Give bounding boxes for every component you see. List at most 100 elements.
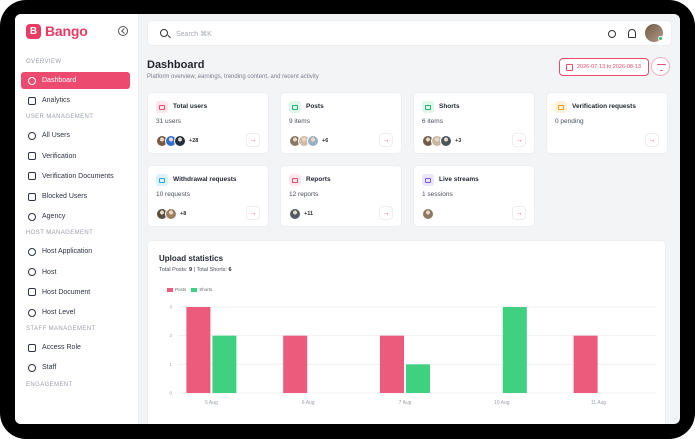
- y-tick-label: 3: [169, 305, 172, 310]
- arrow-right-icon[interactable]: →: [379, 206, 393, 220]
- avatar-stack: +11: [289, 208, 313, 220]
- bar-posts-7-aug[interactable]: [380, 335, 404, 393]
- y-tick-label: 0: [169, 391, 172, 396]
- upload-statistics-panel: Upload statistics Total Posts: 9 | Total…: [147, 240, 666, 424]
- bar-shorts-7-aug[interactable]: [406, 364, 430, 393]
- sidebar-item-blocked-users[interactable]: Blocked Users: [21, 188, 130, 205]
- user-icon: [28, 363, 36, 372]
- avatar: [422, 208, 434, 220]
- nav-section-title: HOST MANAGEMENT: [26, 230, 94, 237]
- avatar-stack: +28: [156, 135, 198, 147]
- sidebar-item-label: Host Level: [42, 309, 76, 316]
- stat-card-reports: Reports 12 reports +11 →: [280, 165, 402, 227]
- page-title: Dashboard: [147, 59, 205, 71]
- card-title: Total users: [173, 103, 208, 110]
- upload-statistics-chart: 0 1 2 3 5 Aug 6 Aug 7 Aug 10 Aug 11 Aug: [169, 305, 656, 406]
- avatar: [165, 208, 177, 220]
- bar-chart-icon: [28, 96, 36, 105]
- online-status-dot: [658, 36, 663, 41]
- date-range-label: 2026-07-13 to 2026-08-13: [577, 64, 641, 70]
- icon-glyph: [292, 177, 298, 183]
- nav-section-title: USER MANAGEMENT: [26, 114, 94, 121]
- theme-toggle-sun-icon[interactable]: [608, 30, 616, 38]
- bar-posts-6-aug[interactable]: [283, 335, 308, 393]
- app-screen: B Bango OVERVIEW Dashboard Analytics USER M…: [15, 14, 680, 424]
- nav-section-title: OVERVIEW: [26, 59, 62, 65]
- video-icon: [422, 101, 434, 113]
- flag-icon: [289, 174, 301, 186]
- nav-section-title: STAFF MANAGEMENT: [26, 326, 96, 333]
- icon-glyph: [292, 104, 298, 110]
- device-frame: B Bango OVERVIEW Dashboard Analytics USER M…: [0, 0, 695, 439]
- document-icon: [28, 288, 36, 297]
- sidebar-item-host-document[interactable]: Host Document: [21, 284, 130, 301]
- sidebar-item-verification-documents[interactable]: Verification Documents: [21, 168, 130, 185]
- bar-shorts-5-aug[interactable]: [212, 335, 237, 393]
- icon-glyph: [425, 104, 431, 110]
- brand[interactable]: B Bango: [26, 22, 88, 40]
- card-value: 6 items: [422, 118, 443, 125]
- more-count: +11: [304, 211, 314, 217]
- clock-icon: [555, 101, 567, 113]
- icon-glyph: [425, 177, 431, 183]
- shield-icon: [28, 343, 36, 352]
- notifications-bell-icon[interactable]: [628, 29, 636, 38]
- bar-posts-11-aug[interactable]: [573, 335, 598, 393]
- card-value: 10 requests: [156, 191, 190, 198]
- date-range-picker[interactable]: 2026-07-13 to 2026-08-13: [559, 58, 649, 76]
- arrow-right-icon[interactable]: →: [246, 206, 260, 220]
- sidebar-item-label: Dashboard: [42, 77, 77, 84]
- sidebar-item-analytics[interactable]: Analytics: [21, 92, 130, 109]
- nav-section-title: ENGAGEMENT: [26, 381, 73, 388]
- sidebar-item-host-application[interactable]: Host Application: [21, 243, 130, 260]
- collapse-sidebar-icon[interactable]: [118, 26, 128, 36]
- document-icon: [28, 172, 36, 181]
- card-title: Posts: [306, 103, 324, 110]
- y-tick-label: 1: [169, 362, 172, 367]
- sidebar-item-label: Agency: [42, 213, 66, 221]
- arrow-right-icon[interactable]: →: [645, 133, 659, 147]
- arrow-right-icon[interactable]: →: [512, 133, 526, 147]
- card-value: 12 reports: [289, 191, 319, 198]
- card-title: Live streams: [439, 176, 479, 183]
- x-tick-label: 6 Aug: [302, 400, 315, 406]
- card-title: Withdrawal requests: [173, 176, 237, 183]
- stat-card-withdrawal-requests: Withdrawal requests 10 requests +8 →: [147, 165, 269, 227]
- sidebar-item-verification[interactable]: Verification: [21, 148, 130, 165]
- avatar: [440, 135, 452, 147]
- sidebar-item-label: Access Role: [42, 344, 81, 352]
- avatar: [307, 135, 319, 147]
- search-input[interactable]: [176, 28, 376, 40]
- sidebar-item-agency[interactable]: Agency: [21, 208, 130, 225]
- arrow-right-icon[interactable]: →: [512, 206, 526, 220]
- sidebar-item-all-users[interactable]: All Users: [21, 127, 130, 144]
- sidebar-item-label: All Users: [42, 132, 71, 140]
- x-tick-label: 11 Aug: [591, 400, 606, 406]
- sidebar-item-label: Verification Documents: [42, 172, 114, 180]
- sidebar-item-label: Host Document: [42, 288, 91, 296]
- sidebar-item-label: Staff: [42, 364, 57, 372]
- avatar: [174, 135, 186, 147]
- arrow-right-icon[interactable]: →: [246, 133, 260, 147]
- card-value: 1 sessions: [422, 191, 453, 198]
- y-tick-label: 2: [169, 333, 172, 338]
- sidebar-item-host-level[interactable]: Host Level: [21, 304, 130, 321]
- block-icon: [28, 192, 36, 201]
- filter-button[interactable]: [651, 57, 670, 76]
- more-count: +3: [455, 138, 462, 144]
- user-icon: [28, 268, 36, 277]
- sidebar-item-staff[interactable]: Staff: [21, 359, 130, 376]
- stat-card-verification-requests: Verification requests 0 pending →: [546, 92, 668, 154]
- card-value: 0 pending: [555, 118, 584, 125]
- sidebar-item-dashboard[interactable]: Dashboard: [21, 72, 130, 89]
- more-count: +28: [189, 138, 199, 144]
- bar-posts-5-aug[interactable]: [186, 307, 211, 393]
- calendar-icon: [566, 63, 573, 71]
- sidebar-item-access-role[interactable]: Access Role: [21, 339, 130, 356]
- bar-shorts-10-aug[interactable]: [502, 307, 527, 393]
- stat-card-shorts: Shorts 6 items +3 →: [413, 92, 535, 154]
- sidebar-item-host[interactable]: Host: [21, 264, 130, 281]
- stat-card-live-streams: Live streams 1 sessions →: [413, 165, 535, 227]
- arrow-right-icon[interactable]: →: [379, 133, 393, 147]
- card-value: 31 users: [156, 118, 181, 125]
